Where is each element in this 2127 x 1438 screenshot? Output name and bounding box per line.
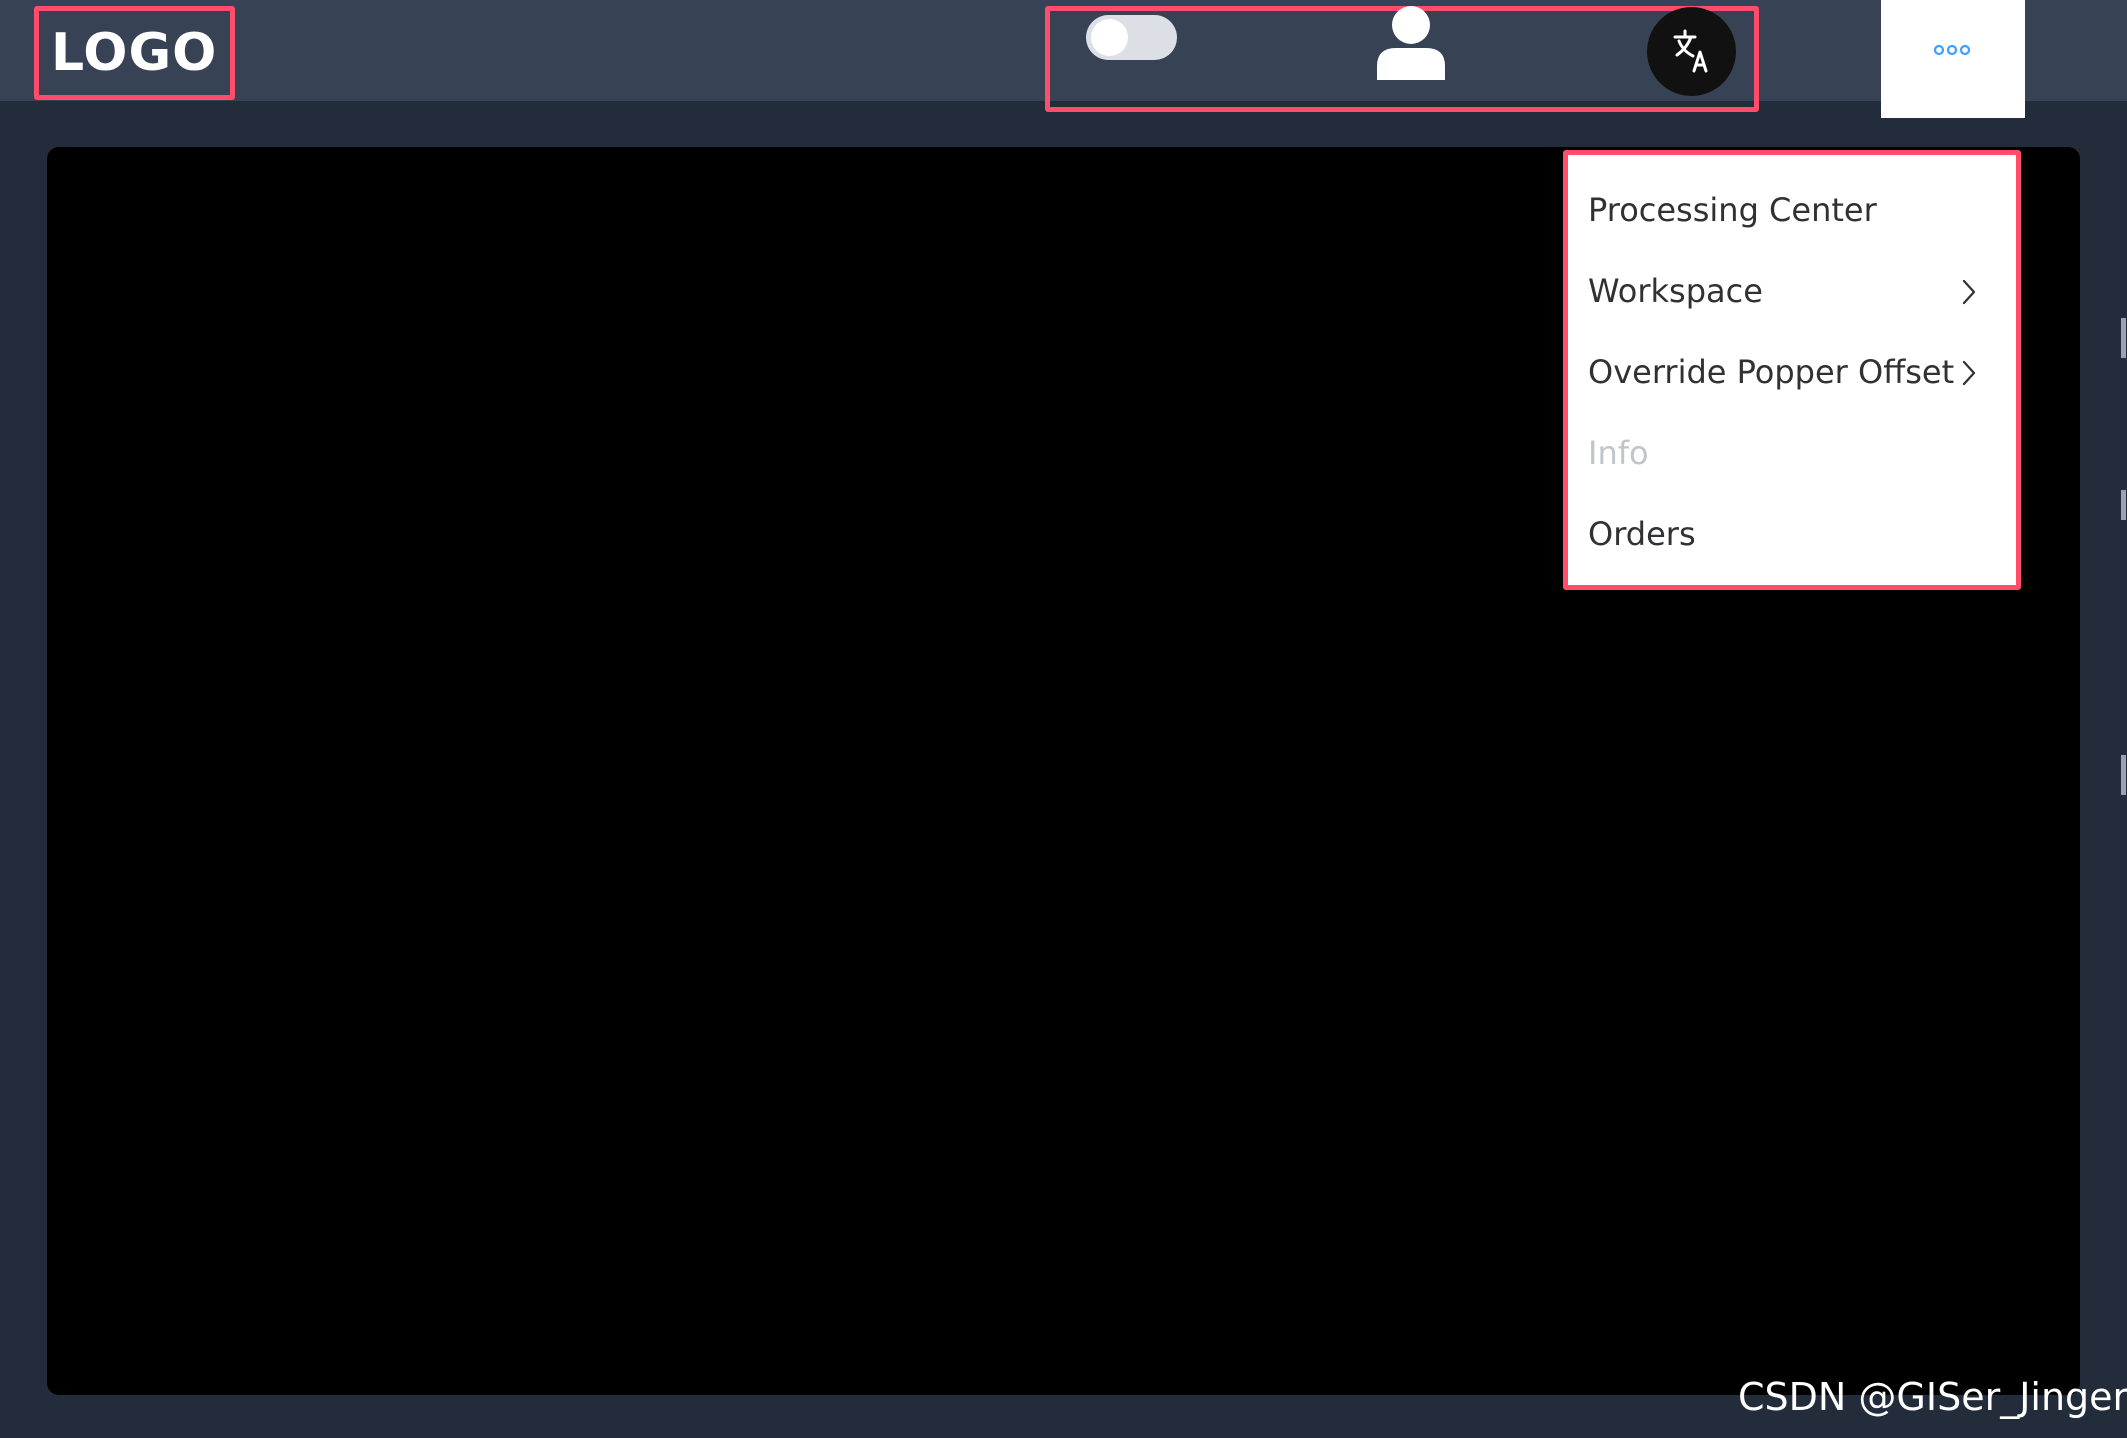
logo-highlight-box: LOGO xyxy=(34,6,235,100)
language-button[interactable] xyxy=(1647,7,1736,96)
menu-item-label: Orders xyxy=(1588,515,1696,553)
logo[interactable]: LOGO xyxy=(51,27,217,79)
menu-item-label: Processing Center xyxy=(1588,191,1877,229)
edge-mark xyxy=(2121,755,2126,795)
dropdown-menu: Processing Center Workspace Override Pop… xyxy=(1563,150,2021,590)
menu-item-processing-center[interactable]: Processing Center xyxy=(1568,170,2016,251)
toggle-knob xyxy=(1091,19,1128,56)
edge-mark xyxy=(2121,490,2126,520)
watermark: CSDN @GISer_Jinger xyxy=(1738,1375,2127,1419)
menu-item-info: Info xyxy=(1568,413,2016,494)
ellipsis-icon xyxy=(1933,44,1971,56)
menu-item-label: Override Popper Offset xyxy=(1588,353,1955,391)
menu-item-override-popper-offset[interactable]: Override Popper Offset xyxy=(1568,332,2016,413)
translate-icon xyxy=(1673,29,1708,73)
menu-item-label: Info xyxy=(1588,434,1649,472)
more-button[interactable] xyxy=(1881,0,2025,118)
menu-item-workspace[interactable]: Workspace xyxy=(1568,251,2016,332)
menu-item-orders[interactable]: Orders xyxy=(1568,494,2016,575)
user-icon[interactable] xyxy=(1376,6,1446,80)
edge-mark xyxy=(2121,318,2126,358)
chevron-right-icon xyxy=(1962,279,1976,305)
theme-toggle[interactable] xyxy=(1086,15,1177,60)
chevron-right-icon xyxy=(1962,360,1976,386)
menu-item-label: Workspace xyxy=(1588,272,1763,310)
